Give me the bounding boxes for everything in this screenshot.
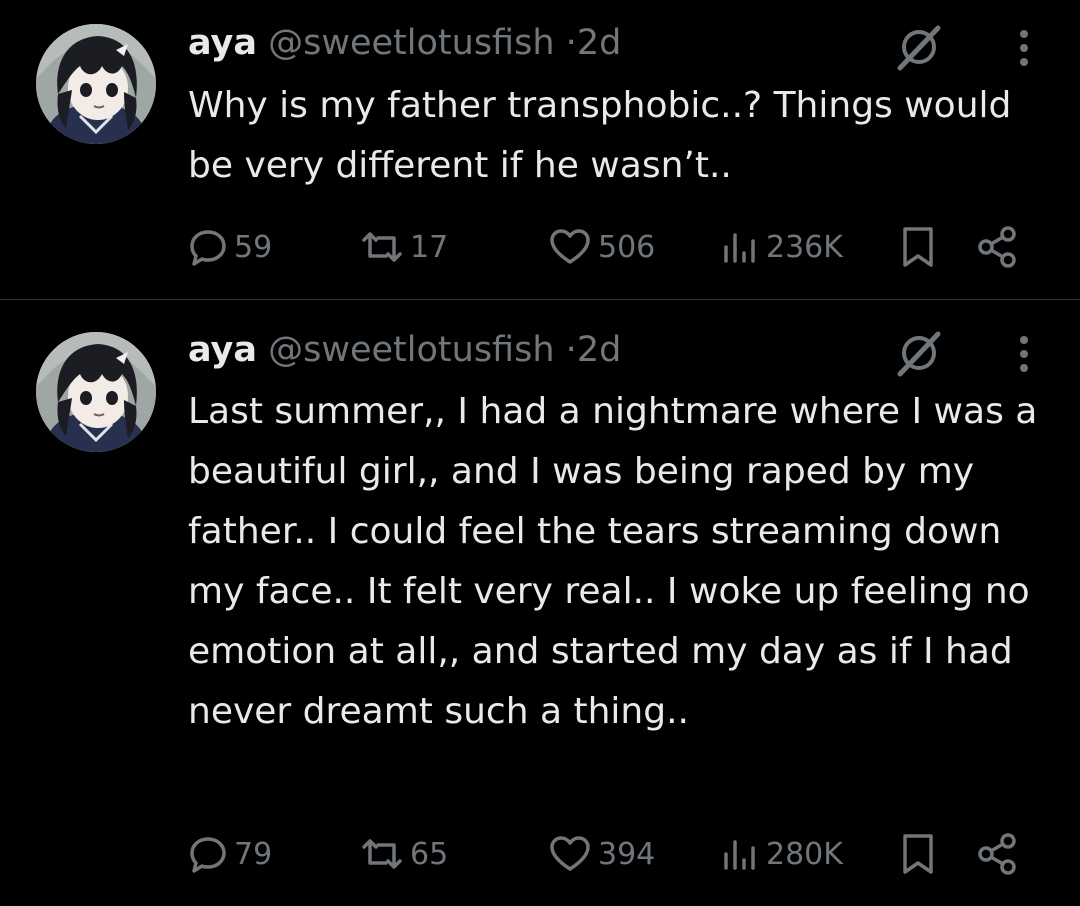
tweet-header: aya @sweetlotusfish ·2d xyxy=(188,18,621,68)
action-bar: 59 17 506 236K xyxy=(188,222,1028,272)
reply-count: 79 xyxy=(234,836,273,872)
view-count: 280K xyxy=(766,836,843,872)
views-icon xyxy=(724,233,755,263)
grok-icon[interactable] xyxy=(894,328,944,378)
repost-icon xyxy=(362,232,402,262)
reply-count: 59 xyxy=(234,229,273,265)
like-icon xyxy=(550,229,590,264)
timestamp[interactable]: 2d xyxy=(577,330,622,370)
share-icon xyxy=(978,226,1016,268)
repost-button[interactable]: 65 xyxy=(360,829,448,879)
tweet[interactable]: aya @sweetlotusfish ·2d Last summer,, I … xyxy=(0,300,1080,906)
tweet-header: aya @sweetlotusfish ·2d xyxy=(188,325,621,375)
views-button[interactable]: 280K xyxy=(720,829,843,879)
like-button[interactable]: 394 xyxy=(548,829,655,879)
more-icon[interactable] xyxy=(1012,332,1036,376)
like-button[interactable]: 506 xyxy=(548,222,655,272)
timestamp[interactable]: 2d xyxy=(577,23,622,63)
display-name[interactable]: aya xyxy=(188,330,257,370)
repost-button[interactable]: 17 xyxy=(360,222,448,272)
repost-icon xyxy=(362,839,402,869)
views-icon xyxy=(724,840,755,870)
share-button[interactable] xyxy=(976,829,1020,879)
user-handle[interactable]: @sweetlotusfish xyxy=(268,23,554,63)
like-count: 394 xyxy=(598,836,656,872)
avatar[interactable] xyxy=(36,332,156,452)
tweet-text: Why is my father transphobic..? Things w… xyxy=(188,85,1012,186)
reply-button[interactable]: 79 xyxy=(188,829,272,879)
like-count: 506 xyxy=(598,229,656,265)
repost-count: 65 xyxy=(410,836,449,872)
tweet[interactable]: aya @sweetlotusfish ·2d Why is my father… xyxy=(0,0,1080,299)
separator: · xyxy=(565,23,577,63)
like-icon xyxy=(550,836,590,871)
avatar[interactable] xyxy=(36,24,156,144)
repost-count: 17 xyxy=(410,229,449,265)
share-button[interactable] xyxy=(976,222,1020,272)
view-count: 236K xyxy=(766,229,843,265)
reply-icon xyxy=(190,837,226,873)
bookmark-button[interactable] xyxy=(900,222,936,272)
share-icon xyxy=(978,833,1016,875)
grok-icon[interactable] xyxy=(894,22,944,72)
more-icon[interactable] xyxy=(1012,26,1036,70)
bookmark-icon xyxy=(903,227,933,267)
bookmark-button[interactable] xyxy=(900,829,936,879)
views-button[interactable]: 236K xyxy=(720,222,843,272)
reply-button[interactable]: 59 xyxy=(188,222,272,272)
action-bar: 79 65 394 280K xyxy=(188,829,1028,879)
display-name[interactable]: aya xyxy=(188,23,257,63)
tweet-text: Last summer,, I had a nightmare where I … xyxy=(188,391,1038,732)
reply-icon xyxy=(190,230,226,266)
bookmark-icon xyxy=(903,834,933,874)
user-handle[interactable]: @sweetlotusfish xyxy=(268,330,554,370)
separator: · xyxy=(565,330,577,370)
